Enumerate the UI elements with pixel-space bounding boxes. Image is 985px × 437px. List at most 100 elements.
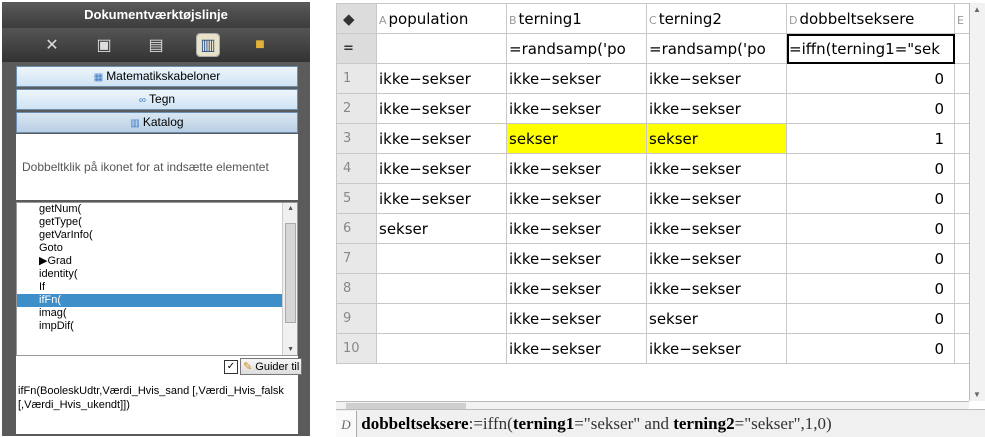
list-item[interactable]: getVarInfo( xyxy=(17,229,297,242)
list-item[interactable]: getType( xyxy=(17,216,297,229)
wizard-checkbox[interactable]: ✓ xyxy=(224,360,238,374)
table-cell[interactable]: ikke−sekser xyxy=(646,93,787,124)
table-cell[interactable]: ikke−sekser xyxy=(646,273,787,304)
accordion-catalog[interactable]: ▥ Katalog xyxy=(16,112,298,133)
table-cell[interactable]: ikke−sekser xyxy=(506,303,647,334)
table-cell[interactable] xyxy=(376,303,507,334)
table-cell[interactable]: ikke−sekser xyxy=(376,123,507,154)
table-cell[interactable] xyxy=(954,243,970,274)
row-number[interactable]: 10 xyxy=(336,333,377,364)
formula-cell-d[interactable]: =iffn(terning1="sek xyxy=(786,33,955,64)
formula-cell-b[interactable]: =randsamp('po xyxy=(506,33,647,64)
list-item[interactable]: impDif( xyxy=(17,320,297,333)
table-cell[interactable]: ikke−sekser xyxy=(506,213,647,244)
formula-cell-e[interactable] xyxy=(954,33,970,64)
table-cell[interactable]: sekser xyxy=(646,123,787,154)
table-cell[interactable] xyxy=(376,273,507,304)
table-cell[interactable]: 0 xyxy=(786,333,955,364)
table-cell[interactable] xyxy=(954,333,970,364)
tools-icon[interactable]: ✕ xyxy=(41,34,63,56)
scroll-down-icon[interactable]: ▼ xyxy=(973,390,981,399)
table-cell[interactable]: ikke−sekser xyxy=(646,183,787,214)
list-item[interactable]: If xyxy=(17,281,297,294)
scroll-down-icon[interactable]: ▼ xyxy=(287,346,294,353)
table-cell[interactable]: ikke−sekser xyxy=(376,153,507,184)
column-header-c[interactable]: Cterning2 xyxy=(646,3,787,34)
table-cell[interactable]: ikke−sekser xyxy=(506,93,647,124)
table-cell[interactable] xyxy=(954,273,970,304)
table-cell[interactable] xyxy=(954,213,970,244)
table-cell[interactable]: 0 xyxy=(786,153,955,184)
table-cell[interactable]: 1 xyxy=(786,123,955,154)
catalog-list[interactable]: getNum( getType( getVarInfo( Goto ▶Grad … xyxy=(16,202,298,356)
table-cell[interactable] xyxy=(954,153,970,184)
list-item[interactable]: imag( xyxy=(17,307,297,320)
table-cell[interactable]: ikke−sekser xyxy=(506,183,647,214)
list-item[interactable]: identity( xyxy=(17,268,297,281)
table-cell[interactable]: ikke−sekser xyxy=(506,153,647,184)
scroll-thumb[interactable] xyxy=(285,223,296,323)
table-cell[interactable] xyxy=(954,183,970,214)
table-cell[interactable]: 0 xyxy=(786,63,955,94)
table-cell[interactable] xyxy=(376,333,507,364)
row-number[interactable]: 8 xyxy=(336,273,377,304)
table-cell[interactable] xyxy=(376,243,507,274)
sheet-vertical-scrollbar[interactable]: ▲ ▼ xyxy=(969,3,985,401)
table-cell[interactable]: 0 xyxy=(786,243,955,274)
row-number[interactable]: 1 xyxy=(336,63,377,94)
row-number[interactable]: 6 xyxy=(336,213,377,244)
list-item-selected[interactable]: ifFn( xyxy=(17,294,297,307)
table-cell[interactable]: 0 xyxy=(786,303,955,334)
catalog-scrollbar[interactable]: ▲ ▼ xyxy=(282,203,297,355)
variables-icon[interactable]: ▤ xyxy=(145,34,167,56)
row-number[interactable]: 5 xyxy=(336,183,377,214)
accordion-symbols[interactable]: ∞ Tegn xyxy=(16,89,298,110)
entry-line[interactable]: D dobbeltseksere:=iffn(terning1="sekser"… xyxy=(336,409,985,437)
book-icon[interactable]: ▥ xyxy=(196,33,220,57)
folder-icon[interactable]: ■ xyxy=(249,34,271,56)
table-cell[interactable]: ikke−sekser xyxy=(376,183,507,214)
table-cell[interactable]: ikke−sekser xyxy=(646,243,787,274)
table-cell[interactable]: ikke−sekser xyxy=(376,63,507,94)
table-cell[interactable]: 0 xyxy=(786,93,955,124)
wizard-button[interactable]: ✎ Guider til xyxy=(240,358,302,375)
table-cell[interactable] xyxy=(954,63,970,94)
table-cell[interactable]: sekser xyxy=(646,303,787,334)
table-cell[interactable]: sekser xyxy=(506,123,647,154)
list-item[interactable]: ▶Grad xyxy=(17,255,297,268)
scroll-up-icon[interactable]: ▲ xyxy=(287,205,294,212)
table-cell[interactable] xyxy=(954,123,970,154)
column-header-e[interactable]: E xyxy=(954,3,970,34)
column-header-b[interactable]: Bterning1 xyxy=(506,3,647,34)
scroll-up-icon[interactable]: ▲ xyxy=(973,5,981,14)
list-item[interactable]: getNum( xyxy=(17,203,297,216)
row-number[interactable]: 9 xyxy=(336,303,377,334)
corner-pin-icon[interactable]: ◆ xyxy=(336,3,377,34)
table-cell[interactable]: ikke−sekser xyxy=(376,93,507,124)
table-cell[interactable]: ikke−sekser xyxy=(506,333,647,364)
table-cell[interactable]: ikke−sekser xyxy=(646,153,787,184)
row-number[interactable]: 7 xyxy=(336,243,377,274)
table-cell[interactable]: ikke−sekser xyxy=(646,213,787,244)
table-cell[interactable]: ikke−sekser xyxy=(646,63,787,94)
list-item[interactable]: Goto xyxy=(17,242,297,255)
table-cell[interactable] xyxy=(954,93,970,124)
table-cell[interactable] xyxy=(954,303,970,334)
table-cell[interactable]: 0 xyxy=(786,213,955,244)
row-number[interactable]: 3 xyxy=(336,123,377,154)
formula-cell-c[interactable]: =randsamp('po xyxy=(646,33,787,64)
table-cell[interactable]: ikke−sekser xyxy=(506,273,647,304)
table-cell[interactable]: ikke−sekser xyxy=(506,243,647,274)
row-number[interactable]: 2 xyxy=(336,93,377,124)
table-cell[interactable]: ikke−sekser xyxy=(506,63,647,94)
column-header-a[interactable]: Apopulation xyxy=(376,3,507,34)
calculator-icon[interactable]: ▣ xyxy=(93,34,115,56)
table-cell[interactable]: sekser xyxy=(376,213,507,244)
formula-cell-a[interactable] xyxy=(376,33,507,64)
table-cell[interactable]: ikke−sekser xyxy=(646,333,787,364)
row-number[interactable]: 4 xyxy=(336,153,377,184)
table-cell[interactable]: 0 xyxy=(786,183,955,214)
accordion-math-templates[interactable]: ▦ Matematikskabeloner xyxy=(16,66,298,87)
table-cell[interactable]: 0 xyxy=(786,273,955,304)
column-header-d[interactable]: Ddobbeltseksere xyxy=(786,3,955,34)
